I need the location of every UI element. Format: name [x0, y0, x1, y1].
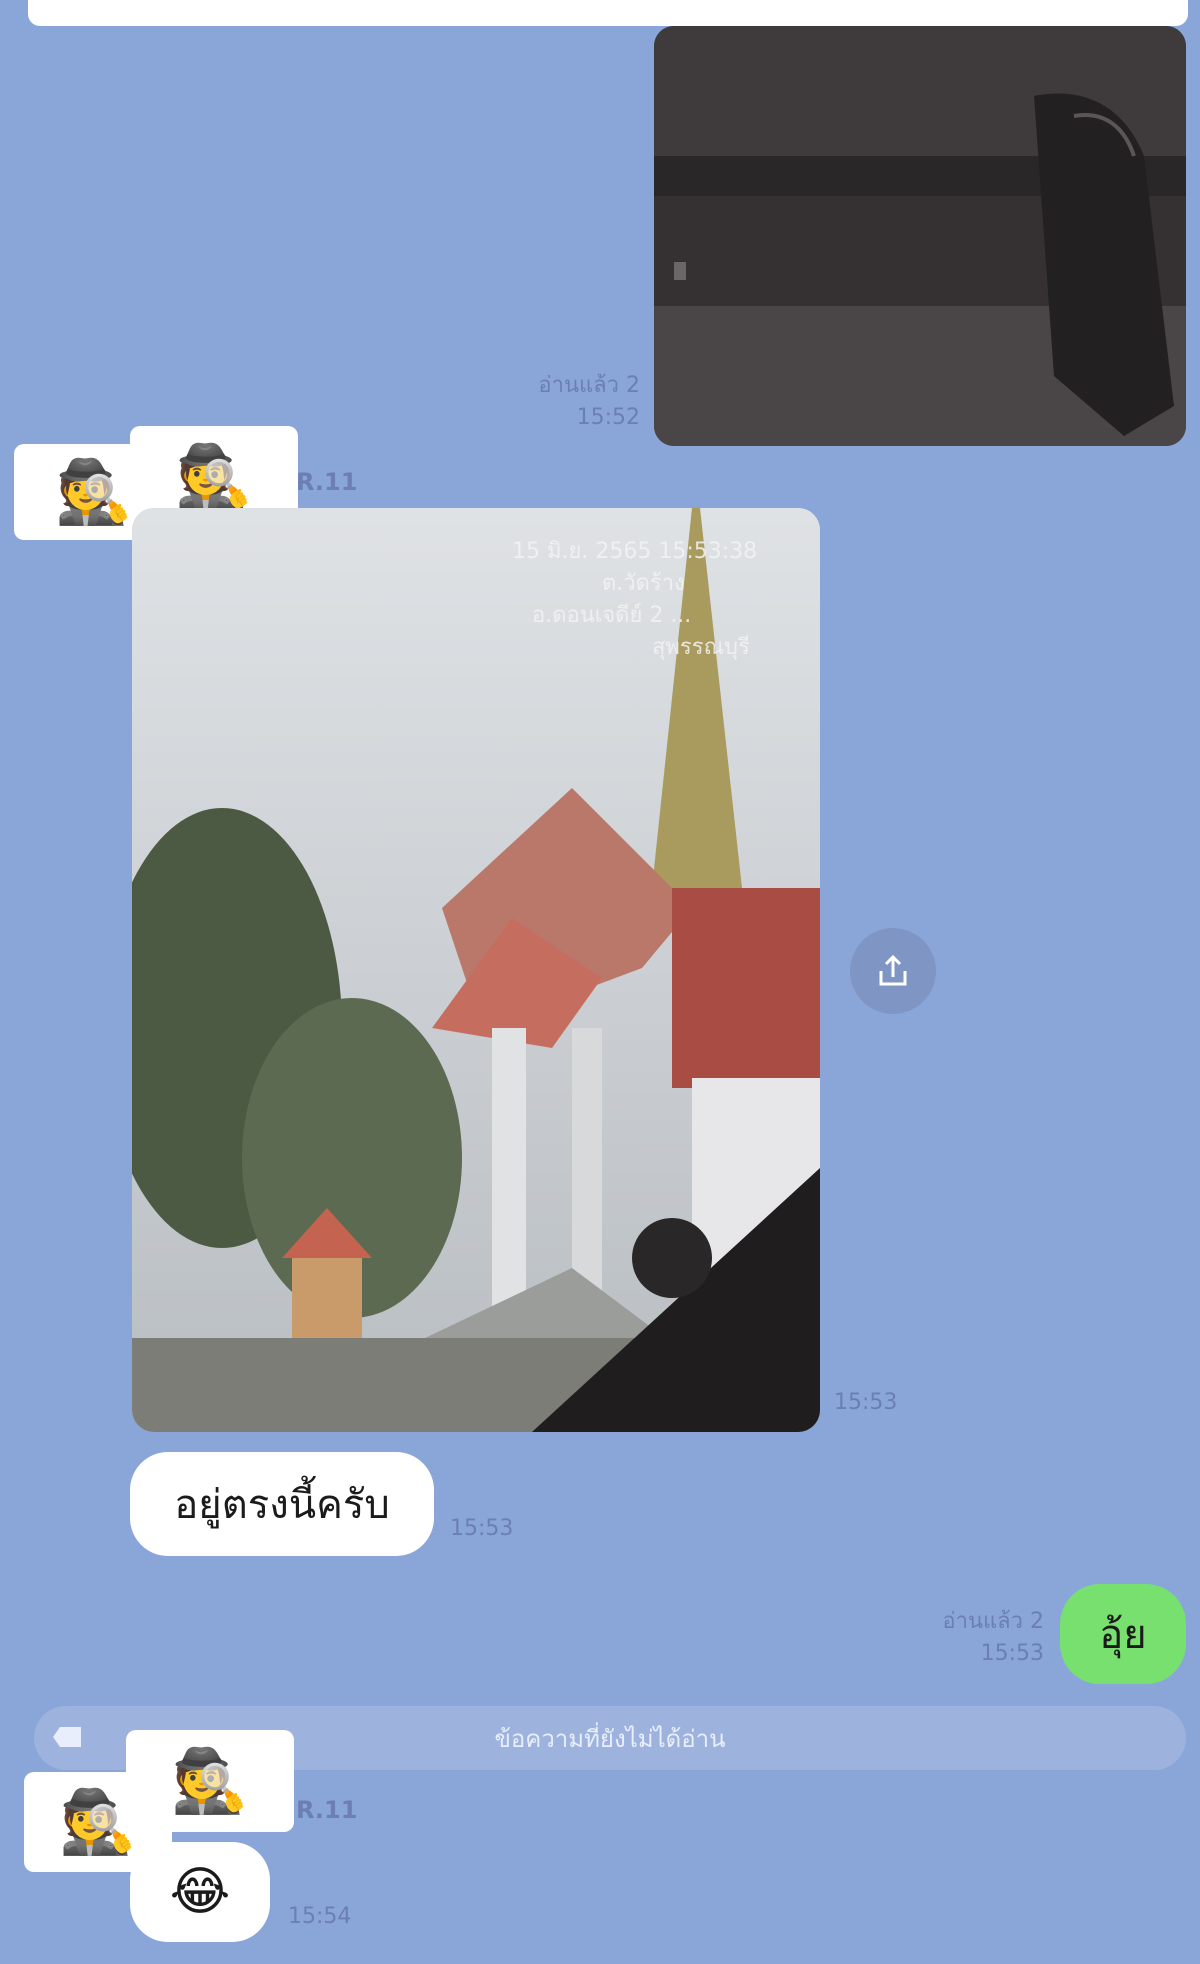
photo-overlay-line: อ.ดอนเจดีย์ 2 ...	[532, 603, 691, 628]
photo-overlay-line: สุพรรณบุรี	[652, 635, 750, 660]
timestamp: 15:53	[450, 1516, 514, 1541]
own-reply-meta: อ่านแล้ว 2 15:53	[844, 1606, 1044, 1670]
car-interior-image	[654, 26, 1186, 446]
timestamp: 15:54	[288, 1904, 352, 1929]
sender-name: R.11	[296, 1796, 358, 1824]
read-receipt: อ่านแล้ว 2	[538, 373, 640, 398]
share-icon	[879, 954, 907, 986]
own-message-bubble[interactable]: อุ้ย	[1060, 1584, 1186, 1684]
avatar-sticker-front[interactable]: 🕵️	[126, 1730, 294, 1832]
message-text: อุ้ย	[1099, 1612, 1147, 1658]
emoji-message-bubble[interactable]: 😂	[130, 1842, 270, 1942]
photo1-meta: อ่านแล้ว 2 15:52	[440, 370, 640, 434]
detective-icon: 🕵️	[171, 1744, 249, 1817]
photo-message-car-interior[interactable]	[654, 26, 1186, 446]
timestamp: 15:53	[980, 1641, 1044, 1666]
timestamp: 15:53	[834, 1390, 898, 1415]
message-text: อยู่ตรงนี้ครับ	[174, 1482, 390, 1528]
photo-message-temple[interactable]: 15 มิ.ย. 2565 15:53:38 ต.วัดร้าง อ.ดอนเจ…	[132, 508, 820, 1432]
detective-icon: 🕵️	[175, 440, 253, 513]
detective-icon: 🕵️	[55, 455, 133, 528]
previous-message-bubble	[28, 0, 1188, 26]
unread-marker-icon	[53, 1727, 81, 1747]
laughing-emoji-icon: 😂	[169, 1862, 231, 1922]
read-receipt: อ่านแล้ว 2	[942, 1609, 1044, 1634]
timestamp: 15:52	[576, 405, 640, 430]
photo-overlay-line: 15 มิ.ย. 2565 15:53:38	[512, 539, 757, 564]
temple-image: 15 มิ.ย. 2565 15:53:38 ต.วัดร้าง อ.ดอนเจ…	[132, 508, 820, 1432]
detective-icon: 🕵️	[59, 1785, 137, 1858]
sender-name: R.11	[296, 468, 358, 496]
unread-divider-label: ข้อความที่ยังไม่ได้อ่าน	[494, 1724, 726, 1753]
text-message-bubble[interactable]: อยู่ตรงนี้ครับ	[130, 1452, 434, 1556]
photo-overlay-line: ต.วัดร้าง	[602, 571, 685, 596]
share-button[interactable]	[850, 928, 936, 1014]
